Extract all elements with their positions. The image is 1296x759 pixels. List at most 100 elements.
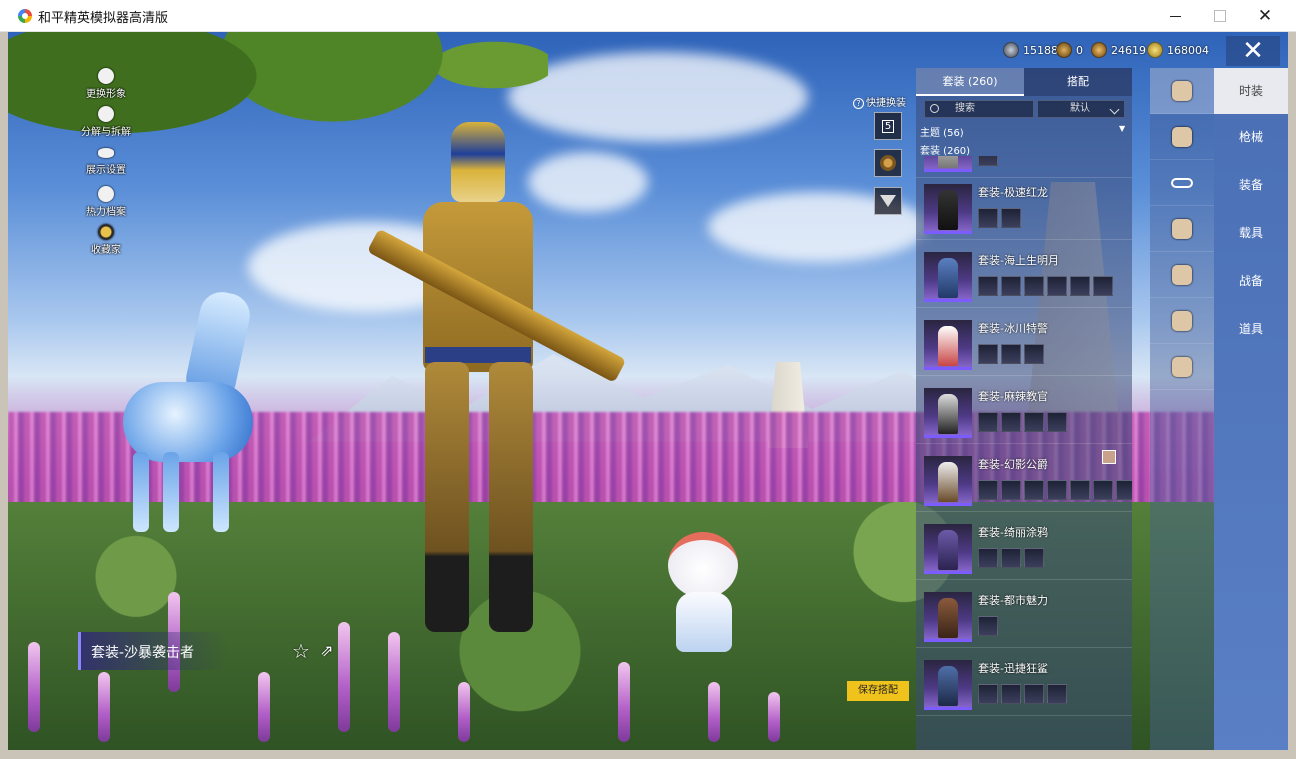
window-title: 和平精英模拟器高清版	[38, 11, 169, 26]
list-item[interactable]: 套装-迅捷狂鲨	[916, 654, 1132, 716]
part-icons	[978, 276, 1116, 296]
window-titlebar: 和平精英模拟器高清版 ✕	[0, 0, 1296, 32]
current-outfit-bar: 套装-沙暴袭击者	[78, 632, 228, 670]
outfit-thumbnail	[924, 156, 972, 172]
search-input[interactable]: 搜索	[924, 100, 1034, 118]
game-viewport[interactable]: 更换形象 分解与拆解 展示设置 热力档案 收藏家 套装-沙暴袭击者 ☆ ⇗ 15…	[8, 32, 1288, 750]
filter-suits[interactable]: 套装 (260)	[920, 142, 970, 157]
flame-icon	[98, 186, 114, 202]
list-item[interactable]: 套装-冰川特警	[916, 314, 1132, 376]
quick-switch-slot-button[interactable]: 5	[874, 112, 902, 140]
tab-equipment[interactable]: 装备	[1214, 162, 1288, 208]
part-icons	[978, 156, 1001, 166]
owner-avatar	[1102, 450, 1116, 464]
close-panel-button[interactable]: ✕	[1226, 36, 1280, 66]
search-icon	[930, 104, 939, 113]
outfit-thumbnail	[924, 456, 972, 506]
currency-value: 15188	[1023, 43, 1058, 57]
tab-suits[interactable]: 套装 (260)	[916, 68, 1024, 96]
menu-label: 收藏家	[91, 245, 121, 256]
outfit-thumbnail	[924, 320, 972, 370]
sort-dropdown[interactable]: 默认	[1037, 100, 1125, 118]
outfit-thumbnail	[924, 388, 972, 438]
wings-button[interactable]	[874, 187, 902, 215]
caret-down-icon[interactable]: ▼	[1119, 124, 1125, 133]
quick-switch-label[interactable]: ? 快捷换装	[853, 94, 906, 109]
currency-value: 168004	[1167, 43, 1209, 57]
currency-premium: 168004	[1147, 40, 1209, 60]
tab-firearms[interactable]: 枪械	[1214, 114, 1288, 160]
list-item[interactable]: 套装-都市魅力	[916, 586, 1132, 648]
tab-battle-prep[interactable]: 战备	[1214, 258, 1288, 304]
outfit-icon[interactable]	[1150, 68, 1214, 114]
outfit-thumbnail	[924, 524, 972, 574]
lupine-flower	[338, 622, 350, 732]
gold-coin-icon	[1091, 42, 1107, 58]
list-item[interactable]: 套装-绮丽涂鸦	[916, 518, 1132, 580]
part-icons	[978, 480, 1132, 500]
wings-icon	[880, 195, 896, 207]
favorite-star-icon[interactable]: ☆	[292, 640, 314, 662]
pet-bunny	[658, 532, 748, 662]
part-icons	[978, 344, 1047, 364]
list-item[interactable]: 套装-海上生明月	[916, 246, 1132, 308]
menu-change-appearance[interactable]: 更换形象	[66, 68, 146, 106]
currency-bronze: 0	[1056, 40, 1083, 60]
list-item[interactable]	[916, 156, 1132, 178]
lupine-flower	[388, 632, 400, 732]
outfit-name: 套装-绮丽涂鸦	[978, 526, 1048, 539]
glasses-icon[interactable]	[1150, 160, 1214, 206]
eye-icon	[98, 148, 114, 158]
silver-coin-icon	[1003, 42, 1019, 58]
left-quick-menu: 更换形象 分解与拆解 展示设置 热力档案 收藏家	[66, 68, 146, 262]
person-icon	[98, 68, 114, 84]
filter-theme[interactable]: 主题 (56)	[920, 124, 964, 139]
outfit-list-panel: 套装 (260) 搭配 搜索 默认 主题 (56) ▼ 套装 (260) 套装-…	[916, 68, 1132, 750]
badge-icon	[98, 224, 114, 240]
menu-label: 更换形象	[86, 89, 126, 100]
tab-vehicles[interactable]: 载具	[1214, 210, 1288, 256]
maximize-button[interactable]	[1197, 0, 1243, 32]
top-icon[interactable]	[1150, 206, 1214, 252]
category-icon-column	[1150, 68, 1214, 750]
menu-label: 热力档案	[86, 207, 126, 218]
lupine-flower	[98, 672, 110, 742]
bronze-coin-icon	[1056, 42, 1072, 58]
lupine-flower	[618, 662, 630, 742]
emblem-button[interactable]	[874, 149, 902, 177]
menu-collector[interactable]: 收藏家	[66, 224, 146, 262]
menu-display-settings[interactable]: 展示设置	[66, 148, 146, 186]
tab-fashion[interactable]: 时装	[1214, 68, 1288, 114]
current-outfit-name: 套装-沙暴袭击者	[91, 645, 195, 661]
outfit-name: 套装-麻辣教官	[978, 390, 1048, 403]
list-item[interactable]: 套装-幻影公爵	[916, 450, 1132, 512]
outfit-thumbnail	[924, 184, 972, 234]
list-item[interactable]: 套装-麻辣教官	[916, 382, 1132, 444]
lupine-flower	[768, 692, 780, 742]
close-window-button[interactable]: ✕	[1242, 0, 1288, 32]
jacket-icon[interactable]	[1150, 252, 1214, 298]
emblem-icon	[880, 155, 896, 171]
outfit-list[interactable]: 套装-极速红龙 套装-海上生明月 套装-冰川特警 套装-麻辣教官 套装-幻影公爵	[916, 156, 1132, 750]
slot-number: 5	[881, 119, 895, 133]
cloud	[508, 52, 808, 142]
outfit-name: 套装-冰川特警	[978, 322, 1048, 335]
save-outfit-button[interactable]: 保存搭配	[847, 681, 909, 701]
menu-decompose[interactable]: 分解与拆解	[66, 106, 146, 144]
tab-match[interactable]: 搭配	[1024, 68, 1132, 96]
menu-label: 分解与拆解	[81, 127, 131, 138]
pants-icon[interactable]	[1150, 298, 1214, 344]
mount-horse	[113, 272, 263, 532]
menu-heat-archive[interactable]: 热力档案	[66, 186, 146, 224]
share-icon[interactable]: ⇗	[320, 642, 340, 660]
tab-items[interactable]: 道具	[1214, 306, 1288, 352]
part-icons	[978, 616, 1001, 636]
lupine-flower	[708, 682, 720, 742]
shoes-icon[interactable]	[1150, 344, 1214, 390]
list-item[interactable]: 套装-极速红龙	[916, 178, 1132, 240]
helmet-icon[interactable]	[1150, 114, 1214, 160]
lupine-flower	[258, 672, 270, 742]
minimize-button[interactable]	[1152, 0, 1198, 32]
player-character	[403, 122, 553, 652]
part-icons	[978, 548, 1047, 568]
